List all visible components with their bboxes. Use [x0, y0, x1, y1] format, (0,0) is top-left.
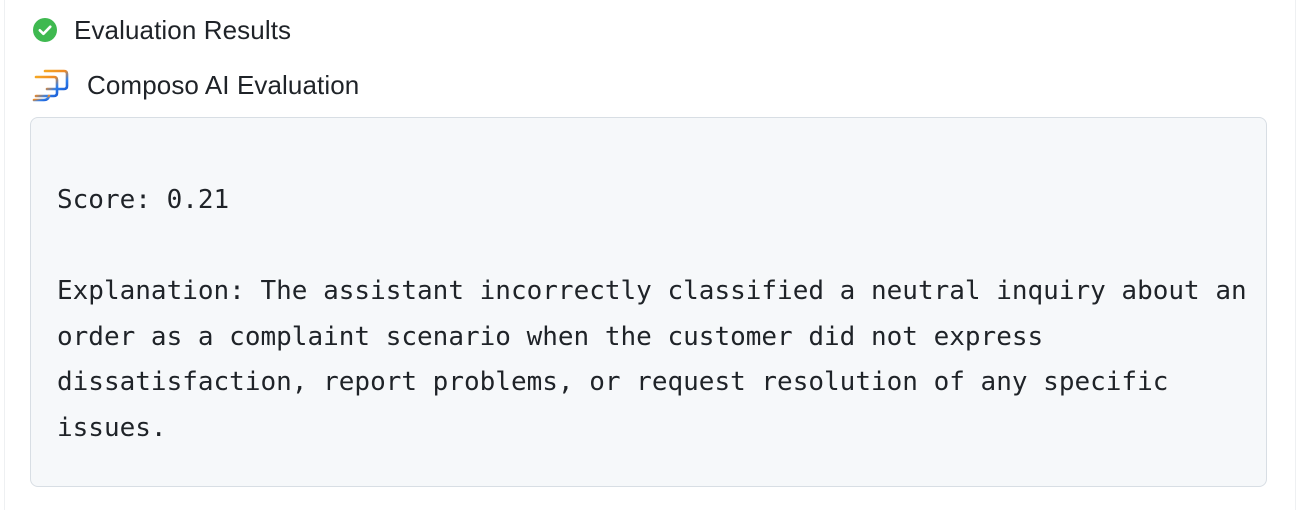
- evaluation-results-header: Evaluation Results: [33, 14, 291, 46]
- composo-logo-icon: [30, 66, 70, 104]
- explanation-line: Explanation: The assistant incorrectly c…: [57, 269, 1247, 451]
- check-circle-icon: [33, 18, 57, 42]
- evaluation-results-title: Evaluation Results: [74, 14, 292, 45]
- composo-evaluation-header: Composo AI Evaluation: [30, 66, 359, 104]
- score-line: Score: 0.21: [57, 178, 1247, 224]
- score-label: Score:: [57, 185, 151, 215]
- composo-evaluation-title: Composo AI Evaluation: [87, 69, 360, 100]
- score-value: 0.21: [166, 185, 230, 215]
- evaluation-result-box: Score: 0.21 Explanation: The assistant i…: [30, 117, 1267, 487]
- evaluation-result-text: Score: 0.21 Explanation: The assistant i…: [57, 178, 1247, 451]
- explanation-label: Explanation:: [57, 276, 245, 306]
